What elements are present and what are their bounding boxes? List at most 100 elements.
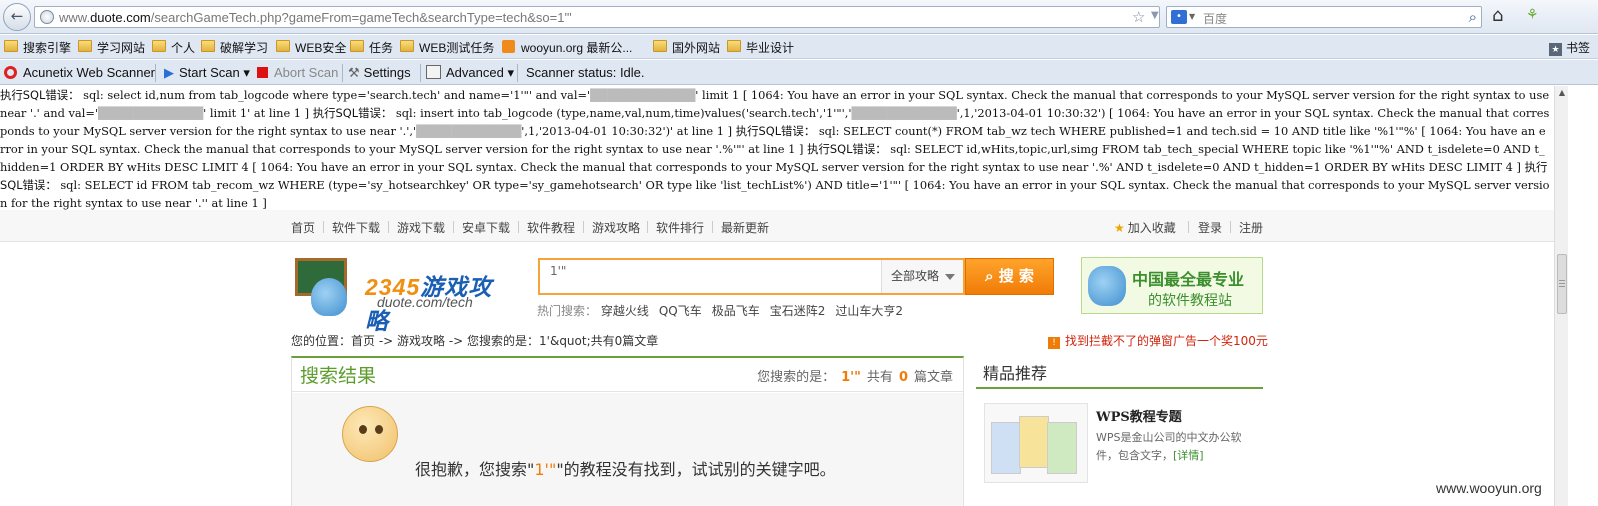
home-icon[interactable]: ⌂ [1492, 5, 1503, 26]
folder-icon [152, 40, 166, 52]
wps-w-card [991, 422, 1021, 474]
folder-icon [4, 40, 18, 52]
grip-line [1559, 280, 1565, 281]
wps-more-link[interactable]: [详情] [1173, 449, 1204, 462]
site-search-box[interactable]: 1'" 全部攻略 [538, 258, 965, 295]
register-link[interactable]: 注册 [1239, 219, 1263, 236]
no-results-message: 很抱歉，您搜索"1'""的教程没有找到，试试别的关键字吧。 [415, 460, 836, 479]
bookmark-folder[interactable]: 毕业设计 [727, 39, 794, 57]
folder-icon [78, 40, 92, 52]
bookmark-folder[interactable]: 任务 [350, 39, 393, 57]
promo-banner[interactable]: 中国最全最专业 的软件教程站 [1081, 257, 1263, 314]
wrench-icon: ⚒ [348, 65, 360, 80]
site-nav: 首页 软件下载 游戏下载 安卓下载 软件教程 游戏攻略 软件排行 最新更新 ★ 加… [0, 210, 1554, 242]
bookmark-folder[interactable]: 个人 [152, 39, 195, 57]
chevron-down-icon [945, 274, 955, 280]
scroll-up-icon[interactable]: ▲ [1557, 88, 1567, 98]
search-engine-icon[interactable]: • [1171, 10, 1187, 24]
acunetix-brand[interactable]: Acunetix Web Scanner [4, 65, 155, 80]
add-favorite-link[interactable]: ★ 加入收藏 [1114, 219, 1176, 236]
logo-subtitle: duote.com/tech [377, 294, 473, 310]
play-icon: ▶ [164, 65, 174, 80]
nav-link[interactable]: 软件教程 [527, 219, 575, 236]
addon-icon[interactable]: ⚘ [1526, 7, 1539, 23]
nav-divider [453, 221, 454, 233]
star-icon: ★ [1114, 221, 1125, 235]
advanced-button[interactable]: Advanced ▾ [426, 65, 514, 81]
results-header: 搜索结果 您搜索的是： 1'" 共有 0 篇文章 [292, 358, 963, 392]
folder-icon [276, 40, 290, 52]
nav-divider [1188, 221, 1189, 233]
site-search-input[interactable]: 1'" [550, 264, 566, 278]
login-link[interactable]: 登录 [1198, 219, 1222, 236]
bookmarks-menu[interactable]: ★ 书签 [1548, 39, 1590, 56]
url-dropdown-icon[interactable]: ▼ [1151, 10, 1159, 21]
scanner-toolbar: Acunetix Web Scanner ▶ Start Scan ▾ Abort… [0, 60, 1598, 85]
octopus-mascot-icon [1088, 266, 1126, 306]
bookmark-folder[interactable]: WEB安全 [276, 39, 346, 57]
wps-thumbnail[interactable] [984, 403, 1088, 483]
stop-icon [257, 67, 268, 78]
advanced-icon [426, 65, 441, 79]
bookmarks-bar: 搜索引擎 学习网站 个人 破解学习 WEB安全 任务 WEB测试任务 wooyu… [0, 35, 1598, 59]
toolbar-divider [342, 64, 343, 82]
acunetix-logo-icon [4, 66, 17, 79]
bookmark-feed[interactable]: wooyun.org 最新公... [502, 39, 632, 57]
hot-search-link[interactable]: 穿越火线 [601, 304, 649, 318]
bookmark-folder[interactable]: 国外网站 [653, 39, 720, 57]
bookmark-folder[interactable]: 学习网站 [78, 39, 145, 57]
chevron-down-icon[interactable]: ▼ [1189, 12, 1195, 21]
octopus-mascot-icon [311, 278, 347, 316]
megaphone-icon: ! [1048, 337, 1060, 349]
rss-icon [502, 40, 515, 53]
redacted-ip: ████████████ [590, 88, 696, 102]
nav-link[interactable]: 游戏攻略 [592, 219, 640, 236]
nav-link[interactable]: 最新更新 [721, 219, 769, 236]
url-text[interactable]: www.duote.com/searchGameTech.php?gameFro… [59, 10, 572, 25]
nav-link[interactable]: 安卓下载 [462, 219, 510, 236]
nav-link[interactable]: 首页 [291, 219, 315, 236]
search-icon[interactable]: ⌕ [1469, 8, 1477, 26]
bookmark-star-icon[interactable]: ☆ [1132, 8, 1145, 26]
settings-button[interactable]: ⚒ Settings [348, 65, 411, 81]
bookmark-folder[interactable]: 破解学习 [201, 39, 268, 57]
back-icon[interactable]: ← [3, 3, 31, 31]
hot-search-link[interactable]: 宝石迷阵2 [770, 304, 826, 318]
search-category-select[interactable]: 全部攻略 [881, 260, 963, 293]
folder-icon [653, 40, 667, 52]
scanner-status: Scanner status: Idle. [526, 65, 645, 80]
ad-report-link[interactable]: ! 找到拦截不了的弹窗广告一个奖100元 [1048, 332, 1268, 349]
nav-divider [518, 221, 519, 233]
folder-icon [400, 40, 414, 52]
site-logo[interactable]: 2345游戏攻略 duote.com/tech [295, 256, 507, 334]
wps-topic-title[interactable]: WPS教程专题 [1096, 406, 1182, 425]
hot-search-link[interactable]: 过山车大亨2 [835, 304, 903, 318]
banner-line-1: 中国最全最专业 [1132, 270, 1245, 289]
bookmark-folder[interactable]: 搜索引擎 [4, 39, 71, 57]
page-scrollbar[interactable]: ▲ [1554, 86, 1568, 506]
hot-search-link[interactable]: 极品飞车 [712, 304, 760, 318]
grip-line [1559, 283, 1565, 284]
sad-face-icon [342, 406, 398, 462]
hot-search-link[interactable]: QQ飞车 [659, 304, 702, 318]
toolbar-divider [517, 64, 518, 82]
toolbar-divider [155, 64, 156, 82]
site-search-button[interactable]: ⌕ 搜 索 [965, 258, 1054, 295]
results-summary: 您搜索的是： 1'" 共有 0 篇文章 [757, 370, 953, 385]
sidebar-divider [976, 387, 1263, 389]
breadcrumb: 您的位置：首页 -> 游戏攻略 -> 您搜索的是：1'&quot;共有0篇文章 [291, 334, 659, 348]
bookmark-folder[interactable]: WEB测试任务 [400, 39, 494, 57]
browser-navbar: ← www.duote.com/searchGameTech.php?gameF… [0, 0, 1598, 34]
redacted-ip: ████████████ [851, 106, 957, 120]
start-scan-button[interactable]: ▶ Start Scan ▾ [164, 65, 250, 81]
nav-link[interactable]: 软件下载 [332, 219, 380, 236]
wps-topic-desc: WPS是金山公司的中文办公软件，包含文字，[详情] [1096, 431, 1242, 462]
nav-link[interactable]: 游戏下载 [397, 219, 445, 236]
url-bar[interactable]: www.duote.com/searchGameTech.php?gameFro… [34, 6, 1186, 28]
browser-search-box[interactable]: • ▼ 百度 ⌕ [1166, 6, 1482, 28]
scrollbar-thumb[interactable] [1557, 254, 1567, 314]
nav-link[interactable]: 软件排行 [656, 219, 704, 236]
toolbar-divider [420, 64, 421, 82]
abort-scan-button[interactable]: Abort Scan [257, 65, 338, 80]
recommend-sidebar: 精品推荐 WPS教程专题 WPS是金山公司的中文办公软件，包含文字，[详情] [976, 356, 1263, 506]
